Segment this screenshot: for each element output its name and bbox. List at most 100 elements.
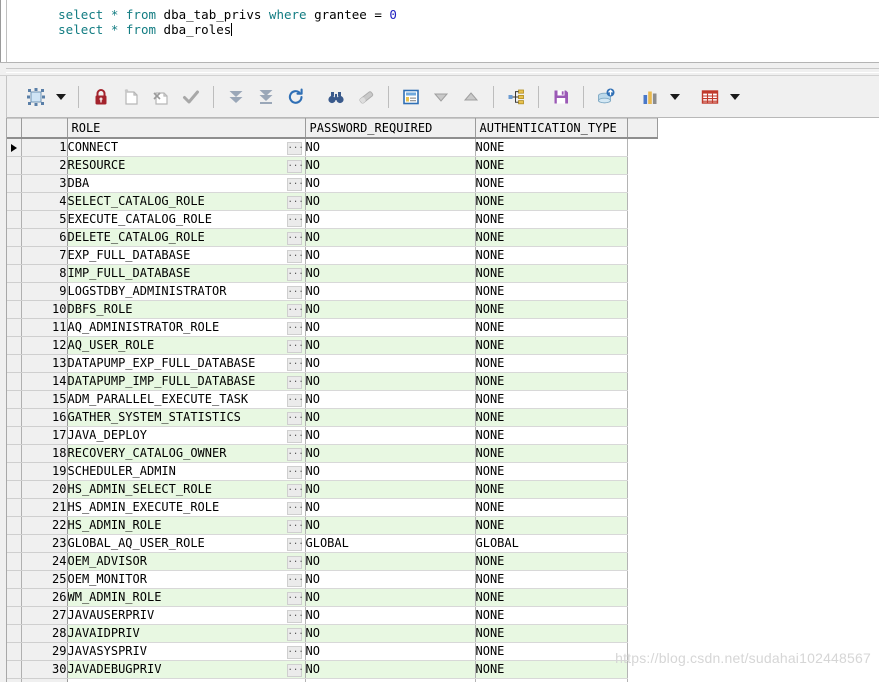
cell-password-required[interactable]: NO (305, 642, 476, 661)
column-header-authentication-type[interactable]: AUTHENTICATION_TYPE (475, 118, 628, 139)
cell-authentication-type[interactable]: NONE (475, 606, 628, 625)
row-selector-cell[interactable] (7, 516, 22, 535)
row-number-cell[interactable]: 27 (21, 606, 68, 625)
cell-expand-button[interactable]: ... (286, 358, 304, 371)
single-record-view-icon[interactable] (396, 82, 426, 112)
row-number-cell[interactable]: 5 (21, 210, 68, 229)
table-row[interactable]: 5 EXECUTE_CATALOG_ROLE... NO NONE (7, 210, 657, 229)
table-row[interactable]: 21 HS_ADMIN_EXECUTE_ROLE... NO NONE (7, 498, 657, 517)
cell-password-required[interactable]: NO (305, 552, 476, 571)
row-number-cell[interactable]: 11 (21, 318, 68, 337)
row-selector-cell[interactable] (7, 372, 22, 391)
cell-authentication-type[interactable]: NONE (475, 156, 628, 175)
cell-password-required[interactable]: NO (305, 174, 476, 193)
cell-role[interactable]: DELETE_CATALOG_ROLE... (67, 228, 306, 247)
cell-authentication-type[interactable]: NONE (475, 642, 628, 661)
cell-role[interactable]: HS_ADMIN_EXECUTE_ROLE... (67, 498, 306, 517)
cell-authentication-type[interactable]: NONE (475, 228, 628, 247)
cell-expand-button[interactable]: ... (286, 160, 304, 173)
cell-expand-button[interactable]: ... (286, 142, 304, 155)
row-selector-cell[interactable] (7, 246, 22, 265)
cell-authentication-type[interactable]: NONE (475, 588, 628, 607)
cell-password-required[interactable]: NO (305, 138, 476, 157)
refresh-icon[interactable] (281, 82, 311, 112)
cell-password-required[interactable]: NO (305, 498, 476, 517)
cell-role[interactable]: EXP_FULL_DATABASE... (67, 246, 306, 265)
cell-expand-button[interactable]: ... (286, 664, 304, 677)
eraser-icon[interactable] (351, 82, 381, 112)
row-number-cell[interactable]: 9 (21, 282, 68, 301)
table-row[interactable]: 8 IMP_FULL_DATABASE... NO NONE (7, 264, 657, 283)
fetch-all-icon[interactable] (251, 82, 281, 112)
cell-authentication-type[interactable]: NONE (475, 138, 628, 157)
table-row[interactable]: 17 JAVA_DEPLOY... NO NONE (7, 426, 657, 445)
row-selector-cell[interactable] (7, 570, 22, 589)
cell-role[interactable]: RESOURCE... (67, 156, 306, 175)
chart-bars-icon[interactable] (635, 82, 665, 112)
row-selector-cell[interactable] (7, 660, 22, 679)
chart-dropdown-icon[interactable] (665, 82, 685, 112)
cell-role[interactable]: LOGSTDBY_ADMINISTRATOR... (67, 282, 306, 301)
cell-password-required[interactable]: NO (305, 444, 476, 463)
row-selector-cell[interactable] (7, 534, 22, 553)
cell-authentication-type[interactable]: NONE (475, 660, 628, 679)
cell-role[interactable]: EXECUTE_CATALOG_ROLE... (67, 210, 306, 229)
table-row[interactable]: 11 AQ_ADMINISTRATOR_ROLE... NO NONE (7, 318, 657, 337)
row-number-cell[interactable]: 29 (21, 642, 68, 661)
cell-expand-button[interactable]: ... (286, 646, 304, 659)
table-row[interactable]: 31EJBCLIENT...NONONE (7, 678, 657, 682)
row-number-cell[interactable]: 31 (21, 678, 68, 682)
row-selector-cell[interactable] (7, 318, 22, 337)
save-floppy-icon[interactable] (546, 82, 576, 112)
row-number-cell[interactable]: 28 (21, 624, 68, 643)
cell-password-required[interactable]: NO (305, 660, 476, 679)
pane-splitter[interactable] (0, 62, 879, 76)
row-number-cell[interactable]: 20 (21, 480, 68, 499)
row-number-cell[interactable]: 18 (21, 444, 68, 463)
freeze-pin-icon[interactable] (21, 82, 51, 112)
lock-icon[interactable] (86, 82, 116, 112)
cell-role[interactable]: DATAPUMP_EXP_FULL_DATABASE... (67, 354, 306, 373)
cell-password-required[interactable]: NO (305, 300, 476, 319)
row-number-cell[interactable]: 14 (21, 372, 68, 391)
cell-expand-button[interactable]: ... (286, 430, 304, 443)
cell-authentication-type[interactable]: NONE (475, 516, 628, 535)
cell-password-required[interactable]: GLOBAL (305, 534, 476, 553)
cell-authentication-type[interactable]: NONE (475, 480, 628, 499)
cell-password-required[interactable]: NO (305, 606, 476, 625)
row-number-cell[interactable]: 16 (21, 408, 68, 427)
table-row[interactable]: 20 HS_ADMIN_SELECT_ROLE... NO NONE (7, 480, 657, 499)
cell-role[interactable]: AQ_USER_ROLE... (67, 336, 306, 355)
cell-expand-button[interactable]: ... (286, 592, 304, 605)
cell-password-required[interactable]: NO (305, 624, 476, 643)
cell-password-required[interactable]: NO (305, 408, 476, 427)
table-row[interactable]: 9 LOGSTDBY_ADMINISTRATOR... NO NONE (7, 282, 657, 301)
row-number-cell[interactable]: 23 (21, 534, 68, 553)
table-row[interactable]: 2 RESOURCE... NO NONE (7, 156, 657, 175)
row-selector-cell[interactable] (7, 156, 22, 175)
cell-expand-button[interactable]: ... (286, 448, 304, 461)
cell-password-required[interactable]: NO (305, 678, 476, 682)
row-selector-cell[interactable] (7, 678, 22, 682)
row-number-cell[interactable]: 8 (21, 264, 68, 283)
sort-desc-icon[interactable] (426, 82, 456, 112)
grid-table-icon[interactable] (695, 82, 725, 112)
cell-authentication-type[interactable]: NONE (475, 624, 628, 643)
cell-expand-button[interactable]: ... (286, 340, 304, 353)
table-row[interactable]: 16 GATHER_SYSTEM_STATISTICS... NO NONE (7, 408, 657, 427)
table-row[interactable]: 18 RECOVERY_CATALOG_OWNER... NO NONE (7, 444, 657, 463)
row-selector-cell[interactable] (7, 426, 22, 445)
cell-authentication-type[interactable]: NONE (475, 462, 628, 481)
column-header-password-required[interactable]: PASSWORD_REQUIRED (305, 118, 476, 139)
cell-authentication-type[interactable]: NONE (475, 246, 628, 265)
cell-password-required[interactable]: NO (305, 318, 476, 337)
table-row[interactable]: 26 WM_ADMIN_ROLE... NO NONE (7, 588, 657, 607)
table-row[interactable]: 23 GLOBAL_AQ_USER_ROLE... GLOBAL GLOBAL (7, 534, 657, 553)
fetch-next-icon[interactable] (221, 82, 251, 112)
row-number-cell[interactable]: 26 (21, 588, 68, 607)
cell-password-required[interactable]: NO (305, 246, 476, 265)
table-row[interactable]: 7 EXP_FULL_DATABASE... NO NONE (7, 246, 657, 265)
cell-password-required[interactable]: NO (305, 588, 476, 607)
cell-role[interactable]: JAVADEBUGPRIV... (67, 660, 306, 679)
cell-role[interactable]: SCHEDULER_ADMIN... (67, 462, 306, 481)
